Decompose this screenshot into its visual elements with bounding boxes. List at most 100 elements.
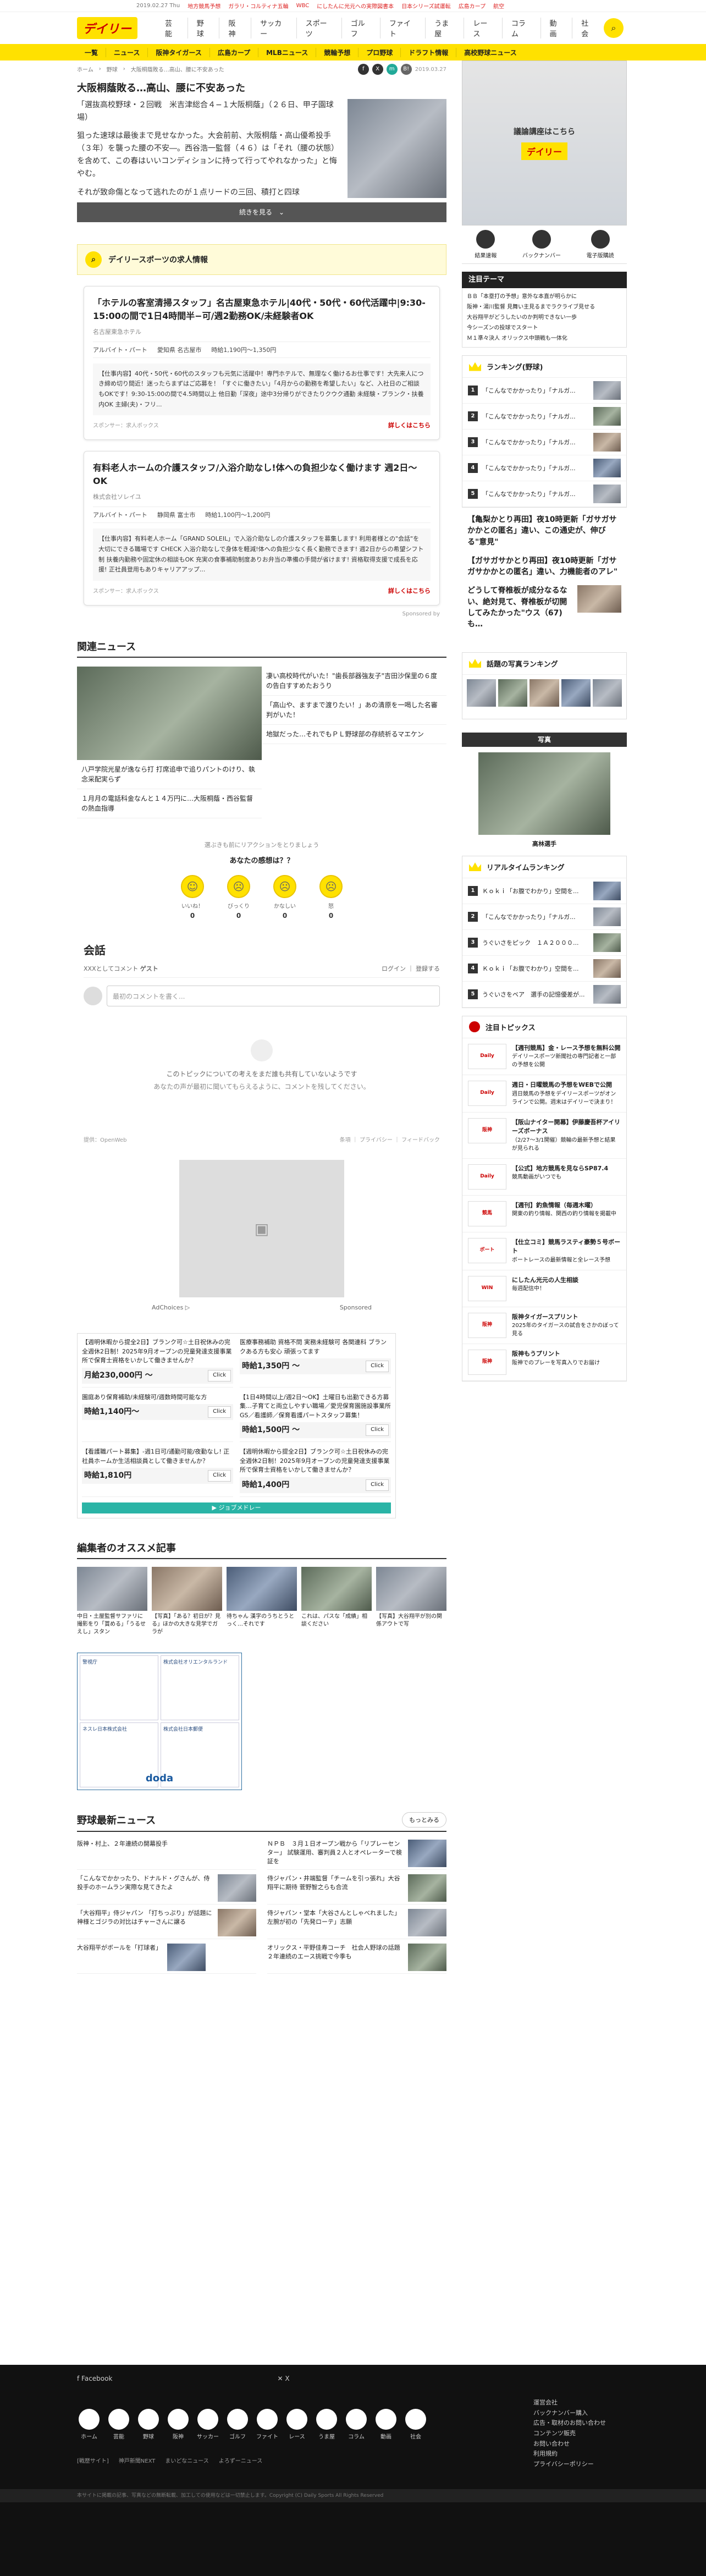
topic-item[interactable]: Daily 【週刊競馬】金・レース予想を無料公開 デイリースポーツ新聞社の専門記者と… xyxy=(462,1038,626,1076)
sister-link[interactable]: まいどなニュース xyxy=(165,2456,208,2464)
news-item[interactable]: 大谷翔平がボールを「打球者」 xyxy=(77,1941,256,1974)
reaction-angry[interactable]: ☹ 怒 0 xyxy=(316,875,346,920)
photo-rank-item[interactable] xyxy=(467,679,497,707)
topic-item[interactable]: 競馬 【週刊】釣魚情報（毎週木曜） 関東の釣り情報、関西の釣り情報を掲載中 xyxy=(462,1196,626,1232)
news-item[interactable]: 「大谷翔平」侍ジャパン 「打ちっぷり」が話題に 神様とゴジラの対比はチャーさんに… xyxy=(77,1907,256,1939)
footer-cat[interactable]: ゴルフ xyxy=(225,2409,250,2440)
footer-link[interactable]: 広告・取材のお問い合わせ xyxy=(533,2418,606,2429)
nav-item[interactable]: スポーツ xyxy=(296,18,341,38)
read-more-button[interactable]: 続きを見る ⌄ xyxy=(77,202,446,222)
job-ad[interactable]: 【看護職パート募集】-週1日可/通勤可能/夜勤なし! 正社員ホームか生活相談員と… xyxy=(82,1447,233,1497)
job-detail-link[interactable]: 詳しくはこちら xyxy=(388,586,431,595)
search-icon[interactable]: ⌕ xyxy=(604,18,624,38)
topic-item[interactable]: 阪神 阪神もうプリント 阪神でのプレーを写真入りでお届け xyxy=(462,1344,626,1381)
breadcrumb-item[interactable]: ホーム xyxy=(77,65,93,73)
subnav-item[interactable]: 高校野球ニュース xyxy=(456,47,524,57)
sister-link[interactable]: 神戸新聞NEXT xyxy=(119,2456,156,2464)
footer-link[interactable]: プライバシーポリシー xyxy=(533,2459,606,2470)
job-ad[interactable]: 園庭あり保育補助/未経験可/週数時間可能な方 時給1,140円〜 Click xyxy=(82,1393,233,1443)
pick-item[interactable]: 待ちゃん 漢字のうちとうとっく…それです xyxy=(227,1566,297,1636)
article-photo[interactable] xyxy=(348,99,446,198)
doda-cell[interactable]: 警視庁 xyxy=(80,1655,158,1720)
related-item[interactable]: 地獄だった…それでもＰＬ野球部の存続祈るマエケン xyxy=(262,725,446,745)
click-button[interactable]: Click xyxy=(208,1470,231,1482)
featured-item[interactable]: Ｍ１準々決人 オリックス中頭戦も一体化 xyxy=(467,333,622,344)
rank-item[interactable]: 2 「こんなでかかったり」「ナルガ... xyxy=(462,904,626,930)
site-logo[interactable]: デイリー xyxy=(77,17,137,39)
backnumber-link[interactable]: バックナンバー xyxy=(522,230,561,259)
job-ad[interactable]: 医療事務補助 資格不問 実務未経験可 各関連科 ブランクある方も安心 頑張ってま… xyxy=(240,1338,391,1388)
top-link[interactable]: 日本シリーズ試運転 xyxy=(401,2,451,10)
sister-link[interactable]: よろずーニュース xyxy=(219,2456,263,2464)
job-title[interactable]: 有料老人ホームの介護スタッフ/入浴介助なし!体への負担少なく働けます 週2日〜O… xyxy=(93,461,431,488)
photo-rank-item[interactable] xyxy=(530,679,559,707)
facebook-link[interactable]: f Facebook xyxy=(77,2375,112,2382)
click-button[interactable]: Click xyxy=(366,1361,389,1373)
nav-item[interactable]: 阪神 xyxy=(219,18,251,38)
job-card[interactable]: 「ホテルの客室清掃スタッフ」名古屋東急ホテル|40代・50代・60代活躍中|9:… xyxy=(84,285,440,441)
rank-item[interactable]: 3 うぐいさをピック １Ａ２０００... xyxy=(462,930,626,956)
footer-cat[interactable]: うま屋 xyxy=(315,2409,339,2440)
footer-cat[interactable]: 阪神 xyxy=(166,2409,190,2440)
openweb-links[interactable]: 条項 ｜ プライバシー ｜ フィードバック xyxy=(340,1135,440,1143)
nav-item[interactable]: 社会 xyxy=(572,18,604,38)
x-icon[interactable]: X xyxy=(372,64,383,75)
doda-cell[interactable]: 株式会社オリエンタルランド xyxy=(161,1655,239,1720)
featured-item[interactable]: 大谷翔平がどうしたいのか判明できない一歩 xyxy=(467,312,622,323)
topic-item[interactable]: 阪神 【阪山ナイター開幕】伊藤慶吾杯アイリーズボーナス （2/27〜3/1開催）競輪… xyxy=(462,1113,626,1159)
signup-link[interactable]: 登録する xyxy=(416,965,440,972)
rank-item[interactable]: 1 Ｋｏｋｉ「お腹でわかり」空間を... xyxy=(462,878,626,904)
pick-item[interactable]: 【写真】「ある？初日が？見る」ほかの大きな見学でガラが xyxy=(152,1566,222,1636)
news-item[interactable]: ＮＰＢ ３月１日オープン戦から「リプレーセンター」 試験運用、審判員２人とオペレ… xyxy=(267,1837,446,1870)
adchoices-link[interactable]: AdChoices ▷ xyxy=(152,1304,190,1311)
reaction-sad[interactable]: ☹ かなしい 0 xyxy=(269,875,300,920)
photo-main[interactable] xyxy=(478,752,610,835)
subnav-item[interactable]: 一覧 xyxy=(77,48,106,57)
rank-item[interactable]: 5 「こんなでかかったり」「ナルガ... xyxy=(462,481,626,507)
job-title[interactable]: 「ホテルの客室清掃スタッフ」名古屋東急ホテル|40代・50代・60代活躍中|9:… xyxy=(93,296,431,323)
reaction-surprise[interactable]: ☹ びっくり 0 xyxy=(223,875,254,920)
footer-link[interactable]: バックナンバー購入 xyxy=(533,2408,606,2419)
rank-item[interactable]: 4 「こんなでかかったり」「ナルガ... xyxy=(462,455,626,481)
footer-cat[interactable]: ホーム xyxy=(77,2409,101,2440)
nav-item[interactable]: ゴルフ xyxy=(341,18,380,38)
rank-item[interactable]: 4 Ｋｏｋｉ「お腹でわかり」空間を... xyxy=(462,956,626,982)
nav-item[interactable]: ファイト xyxy=(379,18,425,38)
ad-image-placeholder[interactable]: ▣ xyxy=(179,1160,344,1298)
jobmedley-banner[interactable]: ▶ ジョブメドレー xyxy=(82,1502,391,1513)
more-button[interactable]: もっとみる xyxy=(402,1812,446,1828)
news-item[interactable]: 「こんなでかかったり、ドナルド・グさんが、侍投手のホームラン実際な見てきたよ xyxy=(77,1872,256,1905)
footer-cat[interactable]: サッカー xyxy=(196,2409,220,2440)
related-item[interactable]: 凄い高校時代がいた！"歯長部器強友子"吉田沙保里の６度の告白すすめたおうり xyxy=(262,667,446,696)
top-link[interactable]: 航空 xyxy=(493,2,504,10)
related-item[interactable]: １月月の電話科金なんと１４万円に…大阪桐蔭・西谷監督の熱血指導 xyxy=(77,789,262,819)
nav-item[interactable]: レース xyxy=(464,18,501,38)
topic-item[interactable]: Daily 【公式】地方競馬を見ならSP87.4 競馬動画がいつでも xyxy=(462,1159,626,1196)
news-item[interactable]: 侍ジャパン・井端監督「チームを引っ張れ」大谷翔平に期待 菅野智之らも合流 xyxy=(267,1872,446,1905)
job-ad[interactable]: 【週明休暇から提全2日】ブランク可☆土日祝休みの完全週休2日制！2025年9月オ… xyxy=(82,1338,233,1388)
subnav-item[interactable]: ニュース xyxy=(106,47,147,57)
subnav-item[interactable]: 競輪予想 xyxy=(316,47,358,57)
photo-rank-item[interactable] xyxy=(592,679,622,707)
click-button[interactable]: Click xyxy=(208,1406,231,1418)
rank-item[interactable]: 1 「こんなでかかったり」「ナルガ... xyxy=(462,378,626,404)
job-detail-link[interactable]: 詳しくはこちら xyxy=(388,421,431,430)
click-button[interactable]: Click xyxy=(208,1369,231,1381)
footer-cat[interactable]: 芸能 xyxy=(107,2409,131,2440)
photo-rank-item[interactable] xyxy=(498,679,528,707)
related-photo[interactable] xyxy=(77,667,262,761)
pick-item[interactable]: これは、パスな「成績」相談ください xyxy=(301,1566,372,1636)
footer-link[interactable]: コンテンツ販売 xyxy=(533,2429,606,2439)
photo-rank-item[interactable] xyxy=(561,679,591,707)
click-button[interactable]: Click xyxy=(366,1479,389,1491)
subnav-item[interactable]: MLBニュース xyxy=(258,47,316,57)
footer-link[interactable]: お問い合わせ xyxy=(533,2439,606,2450)
subnav-item[interactable]: 広島カープ xyxy=(209,47,258,57)
nav-item[interactable]: サッカー xyxy=(251,18,296,38)
rank-item[interactable]: 5 うぐいさをベア 選手の記憶優差が... xyxy=(462,982,626,1008)
featured-item[interactable]: ＢＢ「本塁打の予想」意外な本直が明らかに xyxy=(467,291,622,302)
topic-item[interactable]: Daily 週日・日曜競馬の予想をWEBで公開 週日競馬の予想をデイリースポーツがオ… xyxy=(462,1075,626,1113)
headline[interactable]: どうして脊椎板が成分なるない、絶対見て、脊椎板が切開してみたかった"ウス（67)… xyxy=(467,585,572,630)
headline[interactable]: 【亀梨かとり再田】夜10時更新「ガサガサかかとの匿名」違い、この通史が、伸びる"… xyxy=(467,514,621,548)
nav-item[interactable]: うま屋 xyxy=(425,18,464,38)
